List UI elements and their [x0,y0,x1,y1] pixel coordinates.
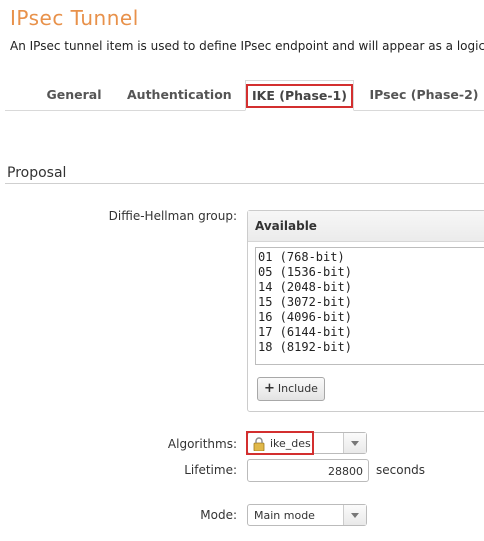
include-button-label: Include [277,382,318,395]
section-divider [5,183,484,184]
list-item[interactable]: 14 (2048-bit) [258,280,484,295]
available-header: Available [248,211,484,242]
tab-authentication-label: Authentication [127,87,232,102]
tab-ike-phase-1-label: IKE (Phase-1) [246,84,353,108]
include-button[interactable]: + Include [257,377,325,401]
dh-group-list[interactable]: 01 (768-bit) 05 (1536-bit) 14 (2048-bit)… [255,247,484,365]
section-title: Proposal [7,165,67,181]
algorithms-label: Algorithms: [167,437,237,451]
list-item[interactable]: 17 (6144-bit) [258,325,484,340]
lifetime-unit: seconds [376,463,426,477]
tab-ipsec-phase-2-label: IPsec (Phase-2) [369,87,479,102]
ipsec-tunnel-page: IPsec Tunnel An IPsec tunnel item is use… [0,0,484,541]
dh-group-available-panel: Available 01 (768-bit) 05 (1536-bit) 14 … [247,210,484,412]
list-item[interactable]: 18 (8192-bit) [258,340,484,355]
lifetime-field[interactable]: 28800 [247,459,369,482]
list-item[interactable]: 16 (4096-bit) [258,310,484,325]
mode-value: Main mode [254,509,315,522]
list-item[interactable]: 05 (1536-bit) [258,265,484,280]
plus-icon: + [264,381,275,396]
tab-ike-phase-1[interactable]: IKE (Phase-1) [245,80,354,111]
mode-select[interactable]: Main mode [247,504,367,526]
tab-ipsec-phase-2[interactable]: IPsec (Phase-2) [369,80,479,109]
lifetime-label: Lifetime: [184,463,237,477]
chevron-down-icon[interactable] [343,433,366,453]
list-item[interactable]: 15 (3072-bit) [258,295,484,310]
list-item[interactable]: 01 (768-bit) [258,250,484,265]
tab-general-label: General [46,87,102,102]
page-title: IPsec Tunnel [10,6,139,30]
tab-authentication[interactable]: Authentication [127,80,232,109]
tab-bar: General Authentication IKE (Phase-1) IPs… [5,80,484,111]
mode-label: Mode: [200,508,237,522]
page-description: An IPsec tunnel item is used to define I… [10,39,484,53]
algorithms-highlight [246,431,314,455]
tab-general[interactable]: General [43,80,105,109]
chevron-down-icon[interactable] [343,505,366,525]
dh-group-label: Diffie-Hellman group: [108,209,237,223]
